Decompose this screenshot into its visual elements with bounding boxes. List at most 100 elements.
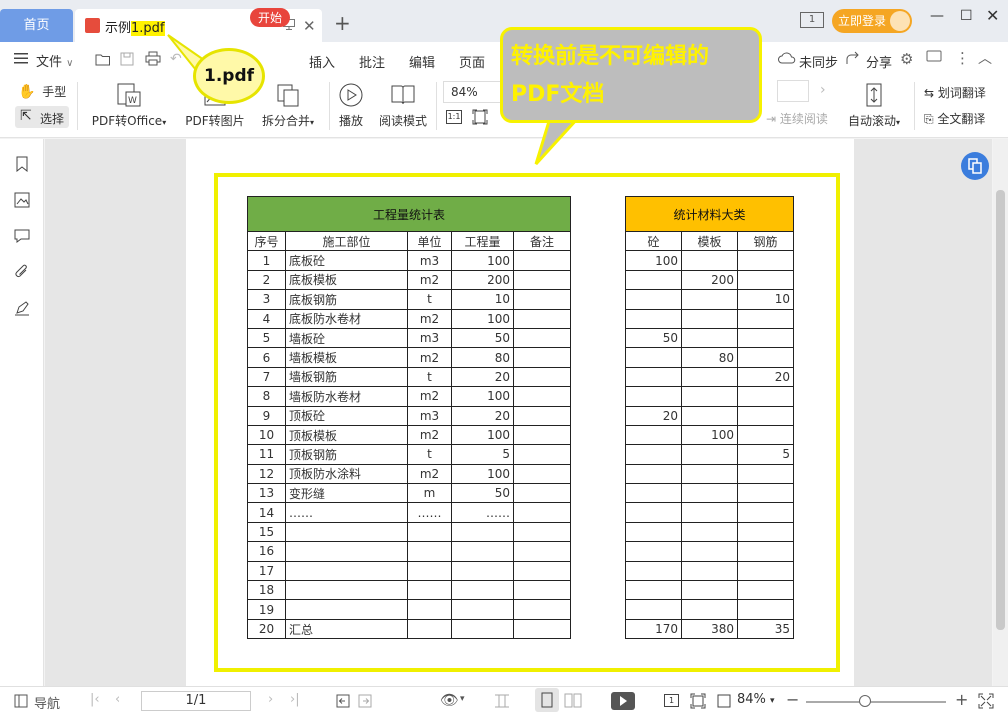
zoom-out-icon[interactable]: − [786,690,799,709]
tab-close-icon[interactable]: ✕ [303,17,316,35]
auto-scroll-button[interactable]: 自动滚动▾ [842,82,906,129]
sync-status[interactable]: 未同步 [799,52,838,71]
menu-file[interactable]: 文件 ∨ [36,51,73,70]
pdf-to-office-button[interactable]: W PDF转Office▾ [88,82,170,129]
table-cell [451,521,514,543]
zoom-in-icon[interactable]: + [955,690,968,709]
hand-tool[interactable]: ✋ 手型 [18,83,66,100]
attachment-icon[interactable] [14,264,30,280]
zoom-slider[interactable] [806,701,946,703]
note-callout-line1: 转换前是不可编辑的 [511,44,710,69]
zoom-slider-handle[interactable] [859,695,871,707]
pdf-to-image-label: PDF转图片 [185,114,245,128]
word-translate-button[interactable]: ⇆ 划词翻译 [924,84,986,101]
continuous-read-label: 连续阅读 [779,112,828,126]
table-cell [512,599,572,620]
table-cell [625,366,682,388]
share-icon[interactable] [846,51,862,65]
floating-convert-button[interactable] [961,152,989,180]
menu-page[interactable]: 页面 [459,52,485,71]
table-cell [285,560,408,582]
table-cell: 100 [451,386,514,407]
back-icon[interactable] [336,694,350,708]
table-cell: 100 [451,463,514,485]
more-icon[interactable]: ⋮ [955,49,970,67]
table-cell [625,386,682,407]
chevron-down-icon[interactable]: ▾ [460,694,465,704]
navigation-label[interactable]: 导航 [34,693,60,712]
window-close-icon[interactable]: ✕ [986,6,999,25]
open-folder-icon[interactable] [95,52,111,66]
tab-home[interactable]: 首页 [0,9,73,42]
table-cell [681,308,738,329]
previous-page-icon[interactable]: ‹ [115,692,120,707]
play-slideshow-icon[interactable] [611,692,635,710]
gear-icon[interactable]: ⚙ [900,50,913,68]
page-number-input[interactable]: 1/1 [141,691,251,711]
maximize-icon[interactable]: ☐ [960,8,973,24]
page-jump-input[interactable] [777,80,809,102]
actual-size-icon[interactable]: 1:1 [446,110,462,124]
table-row: 20 [625,405,795,426]
split-merge-button[interactable]: 拆分合并▾ [256,82,320,129]
tab-doc-prefix: 示例 [105,21,132,36]
menu-insert[interactable]: 插入 [309,52,335,71]
zoom-level[interactable]: 84% ▾ [737,692,775,707]
print-icon[interactable] [145,51,161,66]
table-row [625,599,795,620]
collapse-icon[interactable]: ︿ [978,48,992,68]
hamburger-icon[interactable] [14,52,28,64]
fullscreen-icon[interactable] [978,693,994,709]
single-page-view-icon[interactable] [494,693,510,709]
table-cell [681,250,738,271]
thumbnail-icon[interactable] [14,192,30,208]
eye-protection-icon[interactable]: 👁 [440,691,459,709]
actual-size-badge[interactable]: 1 [664,694,679,707]
table-cell: 1 [247,250,286,271]
read-mode-button[interactable]: 阅读模式 [376,82,430,129]
continuous-view-button[interactable] [535,688,559,712]
comment-icon[interactable] [14,228,30,244]
last-page-icon[interactable]: ›| [290,692,300,707]
full-translate-button[interactable]: ⎘ 全文翻译 [924,110,985,127]
signature-icon[interactable] [14,300,30,316]
two-page-view-icon[interactable] [564,693,582,709]
table-cell: 底板防水卷材 [285,308,408,329]
table-row: 100 [625,424,795,446]
bookmark-icon[interactable] [14,156,30,172]
play-button[interactable]: 播放 [334,82,368,129]
continuous-read-button[interactable]: ⇥ 连续阅读 [766,110,828,127]
menu-edit[interactable]: 编辑 [409,52,435,71]
menu-annotate[interactable]: 批注 [359,52,385,71]
table-cell [407,541,452,562]
fit-page-icon[interactable] [472,109,488,125]
fit-page-icon[interactable] [690,693,706,709]
forward-icon[interactable] [358,694,372,708]
table-cell: 8 [247,386,286,407]
select-tool[interactable]: ⇱ 选择 [15,106,69,128]
next-page-icon[interactable]: › [820,82,826,98]
scrollbar-thumb[interactable] [996,190,1005,630]
new-tab-button[interactable]: + [334,11,351,35]
menu-start[interactable]: 开始 [250,8,291,27]
material-table-title: 统计材料大类 [624,196,795,232]
zoom-input[interactable]: 84% [443,81,501,103]
cloud-sync-icon[interactable] [778,51,796,65]
table-row: 80 [625,347,795,368]
login-button[interactable]: 立即登录 [832,9,912,33]
share-button[interactable]: 分享 [866,52,892,71]
minimize-icon[interactable]: — [930,8,944,24]
first-page-icon[interactable]: |‹ [90,692,100,707]
table-cell [285,541,408,562]
table-cell [625,347,682,368]
message-icon[interactable] [926,50,942,64]
navigation-panel-icon[interactable] [14,694,28,708]
table-cell: m3 [407,405,452,426]
fit-width-icon[interactable] [716,693,732,709]
dropdown-arrow-icon: ▾ [896,118,901,127]
table-cell [407,580,452,601]
table-cell [625,580,682,601]
page-count-badge[interactable]: 1 [800,12,824,28]
next-page-icon[interactable]: › [268,692,273,707]
save-icon[interactable] [120,52,134,66]
